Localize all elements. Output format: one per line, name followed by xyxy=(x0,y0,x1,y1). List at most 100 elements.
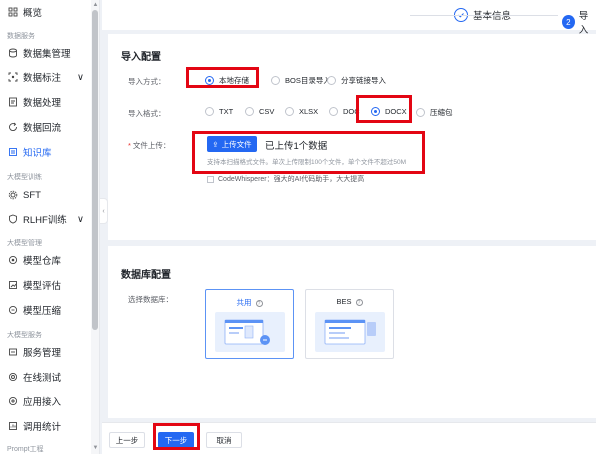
import-method-label: 导入方式： xyxy=(128,77,166,86)
radio-label: 本地存储 xyxy=(219,76,249,85)
help-icon: ? xyxy=(255,300,263,307)
sidebar-item-processing[interactable]: 数据处理 xyxy=(0,93,92,111)
chart-icon xyxy=(7,280,18,291)
sidebar-item-label: 应用接入 xyxy=(23,397,62,408)
sidebar-item-label: 数据标注 xyxy=(23,73,62,84)
sidebar-item-online-test[interactable]: 在线测试 xyxy=(0,368,92,386)
sidebar-item-knowledge-base[interactable]: 知识库 xyxy=(0,143,92,161)
scan-icon xyxy=(7,72,18,83)
radio-format-xlsx[interactable]: XLSX xyxy=(285,107,318,116)
radio-label: 分享链接导入 xyxy=(341,76,386,85)
radio-dot xyxy=(285,107,294,116)
db-option-title: 共用? xyxy=(206,297,293,308)
label-text: 文件上传： xyxy=(132,141,171,150)
radio-dot xyxy=(329,107,338,116)
refresh-icon xyxy=(7,122,18,133)
db-config-card: 数据库配置 选择数据库： 共用? BES? xyxy=(108,246,596,418)
sidebar-item-label: 概览 xyxy=(23,8,43,19)
sidebar-item-label: 在线测试 xyxy=(23,373,62,384)
plug-icon xyxy=(7,396,18,407)
collapse-sidebar-button[interactable]: ‹ xyxy=(100,198,108,224)
db-option-name: BES xyxy=(336,297,352,306)
sidebar-item-annotation[interactable]: 数据标注 ∨ xyxy=(0,68,92,86)
radio-label: DOCX xyxy=(385,107,407,116)
radio-format-docx[interactable]: DOCX xyxy=(371,107,407,116)
sidebar-item-label: 模型评估 xyxy=(23,281,62,292)
step-number: 2 xyxy=(562,15,575,29)
db-option-shared[interactable]: 共用? xyxy=(205,289,294,359)
sidebar-item-model-eval[interactable]: 模型评估 xyxy=(0,276,92,294)
sidebar-item-dataset[interactable]: 数据集管理 xyxy=(0,44,92,62)
upload-tip: 支持本扫描格式文件。单次上传限制100个文件，单个文件不超过50M xyxy=(207,159,406,166)
radio-share-link[interactable]: 分享链接导入 xyxy=(327,75,386,86)
server-icon xyxy=(7,347,18,358)
nav-group-label: Prompt工程 xyxy=(7,446,44,453)
sidebar-item-label: 模型仓库 xyxy=(23,256,62,267)
button-label: 上传文件 xyxy=(221,139,252,149)
radio-dot xyxy=(205,76,214,85)
select-db-label: 选择数据库： xyxy=(128,295,173,304)
nav-group-label: 大模型服务 xyxy=(7,332,42,339)
nav-group-label: 数据服务 xyxy=(7,33,35,40)
book-icon xyxy=(7,147,18,158)
scrollbar-thumb[interactable] xyxy=(92,10,98,330)
sidebar-item-label: SFT xyxy=(23,189,41,201)
next-step-button[interactable]: 下一步 xyxy=(158,432,194,448)
radio-format-txt[interactable]: TXT xyxy=(205,107,233,116)
help-icon: ? xyxy=(355,299,363,306)
radio-label: XLSX xyxy=(299,107,319,116)
section-title: 数据库配置 xyxy=(121,270,171,281)
cancel-button[interactable]: 取消 xyxy=(206,432,242,448)
prev-step-button[interactable]: 上一步 xyxy=(109,432,145,448)
sidebar-item-rlhf[interactable]: RLHF训练 ∨ xyxy=(0,210,92,228)
upload-file-button[interactable]: ⇪ 上传文件 xyxy=(207,136,257,152)
sidebar-item-app-access[interactable]: 应用接入 xyxy=(0,392,92,410)
chevron-down-icon: ∨ xyxy=(77,72,84,83)
sidebar-item-label: RLHF训练 xyxy=(23,215,67,226)
radio-bos-import[interactable]: BOS目录导入 xyxy=(271,75,331,86)
radio-dot xyxy=(371,107,380,116)
db-illustration xyxy=(215,312,285,352)
checkbox[interactable] xyxy=(207,175,214,183)
shield-icon xyxy=(7,214,18,225)
sidebar-item-backflow[interactable]: 数据回流 xyxy=(0,118,92,136)
radio-label: 压缩包 xyxy=(430,108,453,117)
radio-format-csv[interactable]: CSV xyxy=(245,107,274,116)
section-title: 导入配置 xyxy=(121,52,161,63)
sidebar-item-label: 知识库 xyxy=(23,148,52,159)
db-option-bes[interactable]: BES? xyxy=(305,289,394,359)
sidebar-item-overview[interactable]: 概览 xyxy=(0,3,92,21)
radio-local-storage[interactable]: 本地存储 xyxy=(205,75,249,86)
required-mark: * xyxy=(128,141,131,150)
sidebar-item-label: 数据回流 xyxy=(23,123,62,134)
radio-dot xyxy=(327,76,336,85)
compress-icon xyxy=(7,305,18,316)
radio-label: CSV xyxy=(259,107,275,116)
sidebar-item-sft[interactable]: SFT xyxy=(0,186,92,204)
radio-label: TXT xyxy=(219,107,234,116)
sidebar-item-label: 数据处理 xyxy=(23,98,62,109)
grid-icon xyxy=(7,7,18,18)
import-config-card: 导入配置 导入方式： 本地存储 BOS目录导入 分享链接导入 导入格式： TXT… xyxy=(108,34,596,240)
scroll-up-icon[interactable]: ▲ xyxy=(92,2,99,9)
test-icon xyxy=(7,372,18,383)
sidebar-item-model-repo[interactable]: 模型仓库 xyxy=(0,251,92,269)
sidebar-item-label: 模型压缩 xyxy=(23,306,62,317)
chevron-down-icon: ∨ xyxy=(77,214,84,225)
radio-format-doc[interactable]: DOC xyxy=(329,107,360,116)
sidebar-item-service-mgmt[interactable]: 服务管理 xyxy=(0,343,92,361)
stats-icon xyxy=(7,421,18,432)
radio-format-archive[interactable]: 压缩包 xyxy=(416,107,453,118)
document-icon xyxy=(7,97,18,108)
db-option-name: 共用 xyxy=(236,298,252,307)
chevron-left-icon: ‹ xyxy=(102,207,105,215)
database-icon xyxy=(7,48,18,59)
sidebar-item-call-stats[interactable]: 调用统计 xyxy=(0,417,92,435)
sidebar-item-model-compress[interactable]: 模型压缩 xyxy=(0,301,92,319)
radio-dot xyxy=(416,108,425,117)
codewhisperer-row: CodeWhisperer：强大的AI代码助手，大大提高 xyxy=(207,174,364,184)
scroll-down-icon[interactable]: ▼ xyxy=(92,445,99,452)
sidebar-item-label: 服务管理 xyxy=(23,348,62,359)
cube-icon xyxy=(7,255,18,266)
db-option-title: BES? xyxy=(306,297,393,306)
